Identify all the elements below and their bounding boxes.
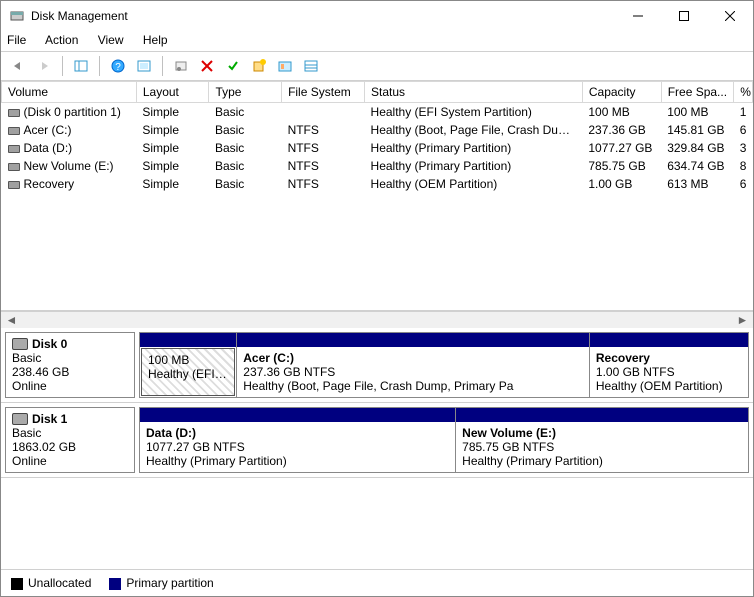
col-layout[interactable]: Layout bbox=[136, 82, 209, 103]
disk-header[interactable]: Disk 1Basic1863.02 GBOnline bbox=[5, 407, 135, 473]
volume-list[interactable]: Volume Layout Type File System Status Ca… bbox=[1, 81, 753, 311]
table-row[interactable]: RecoverySimpleBasicNTFSHealthy (OEM Part… bbox=[2, 175, 753, 193]
list-button[interactable] bbox=[300, 55, 322, 77]
legend-primary: Primary partition bbox=[109, 576, 213, 590]
unallocated-swatch bbox=[11, 578, 23, 590]
disk-graphical-view: Disk 0Basic238.46 GBOnline100 MBHealthy … bbox=[1, 328, 753, 569]
menu-help[interactable]: Help bbox=[143, 33, 168, 47]
refresh-button[interactable] bbox=[133, 55, 155, 77]
col-pct[interactable]: % bbox=[734, 82, 753, 103]
partition[interactable]: Acer (C:)237.36 GB NTFSHealthy (Boot, Pa… bbox=[237, 333, 590, 397]
table-row[interactable]: Data (D:)SimpleBasicNTFSHealthy (Primary… bbox=[2, 139, 753, 157]
col-capacity[interactable]: Capacity bbox=[582, 82, 661, 103]
partition[interactable]: 100 MBHealthy (EFI System Partition) bbox=[140, 333, 237, 397]
primary-swatch bbox=[109, 578, 121, 590]
col-volume[interactable]: Volume bbox=[2, 82, 137, 103]
col-freespace[interactable]: Free Spa... bbox=[661, 82, 734, 103]
close-button[interactable] bbox=[707, 1, 753, 31]
check-button[interactable] bbox=[222, 55, 244, 77]
scroll-right-icon[interactable]: ► bbox=[734, 312, 751, 327]
disk-management-window: Disk Management File Action View Help ? bbox=[0, 0, 754, 597]
settings-button[interactable] bbox=[274, 55, 296, 77]
partition[interactable]: Recovery1.00 GB NTFSHealthy (OEM Partiti… bbox=[590, 333, 748, 397]
disk-row: Disk 0Basic238.46 GBOnline100 MBHealthy … bbox=[1, 328, 753, 403]
svg-text:?: ? bbox=[115, 62, 121, 73]
scroll-left-icon[interactable]: ◄ bbox=[3, 312, 20, 327]
menu-file[interactable]: File bbox=[7, 33, 26, 47]
titlebar: Disk Management bbox=[1, 1, 753, 31]
menubar: File Action View Help bbox=[1, 31, 753, 51]
col-status[interactable]: Status bbox=[365, 82, 583, 103]
disk-header[interactable]: Disk 0Basic238.46 GBOnline bbox=[5, 332, 135, 398]
partition[interactable]: New Volume (E:)785.75 GB NTFSHealthy (Pr… bbox=[456, 408, 748, 472]
volume-icon bbox=[8, 109, 20, 117]
h-scrollbar[interactable]: ◄ ► bbox=[1, 311, 753, 328]
col-filesystem[interactable]: File System bbox=[282, 82, 365, 103]
volume-icon bbox=[8, 127, 20, 135]
legend: Unallocated Primary partition bbox=[1, 569, 753, 596]
delete-button[interactable] bbox=[196, 55, 218, 77]
volume-icon bbox=[8, 145, 20, 153]
volume-icon bbox=[8, 181, 20, 189]
new-item-button[interactable] bbox=[248, 55, 270, 77]
menu-action[interactable]: Action bbox=[45, 33, 78, 47]
disk-icon bbox=[12, 413, 28, 425]
disk-partitions: Data (D:)1077.27 GB NTFSHealthy (Primary… bbox=[139, 407, 749, 473]
table-row[interactable]: (Disk 0 partition 1)SimpleBasicHealthy (… bbox=[2, 103, 753, 122]
disk-icon bbox=[12, 338, 28, 350]
properties-button[interactable] bbox=[170, 55, 192, 77]
app-icon bbox=[9, 8, 25, 24]
window-title: Disk Management bbox=[31, 9, 615, 23]
column-headers[interactable]: Volume Layout Type File System Status Ca… bbox=[2, 82, 753, 103]
table-row[interactable]: Acer (C:)SimpleBasicNTFSHealthy (Boot, P… bbox=[2, 121, 753, 139]
minimize-button[interactable] bbox=[615, 1, 661, 31]
forward-button[interactable] bbox=[33, 55, 55, 77]
toolbar: ? bbox=[1, 51, 753, 81]
partition[interactable]: Data (D:)1077.27 GB NTFSHealthy (Primary… bbox=[140, 408, 456, 472]
show-hide-tree-button[interactable] bbox=[70, 55, 92, 77]
maximize-button[interactable] bbox=[661, 1, 707, 31]
table-row[interactable]: New Volume (E:)SimpleBasicNTFSHealthy (P… bbox=[2, 157, 753, 175]
back-button[interactable] bbox=[7, 55, 29, 77]
volume-icon bbox=[8, 163, 20, 171]
disk-partitions: 100 MBHealthy (EFI System Partition)Acer… bbox=[139, 332, 749, 398]
help-button[interactable]: ? bbox=[107, 55, 129, 77]
disk-row: Disk 1Basic1863.02 GBOnlineData (D:)1077… bbox=[1, 403, 753, 478]
legend-unallocated: Unallocated bbox=[11, 576, 91, 590]
col-type[interactable]: Type bbox=[209, 82, 282, 103]
menu-view[interactable]: View bbox=[98, 33, 124, 47]
